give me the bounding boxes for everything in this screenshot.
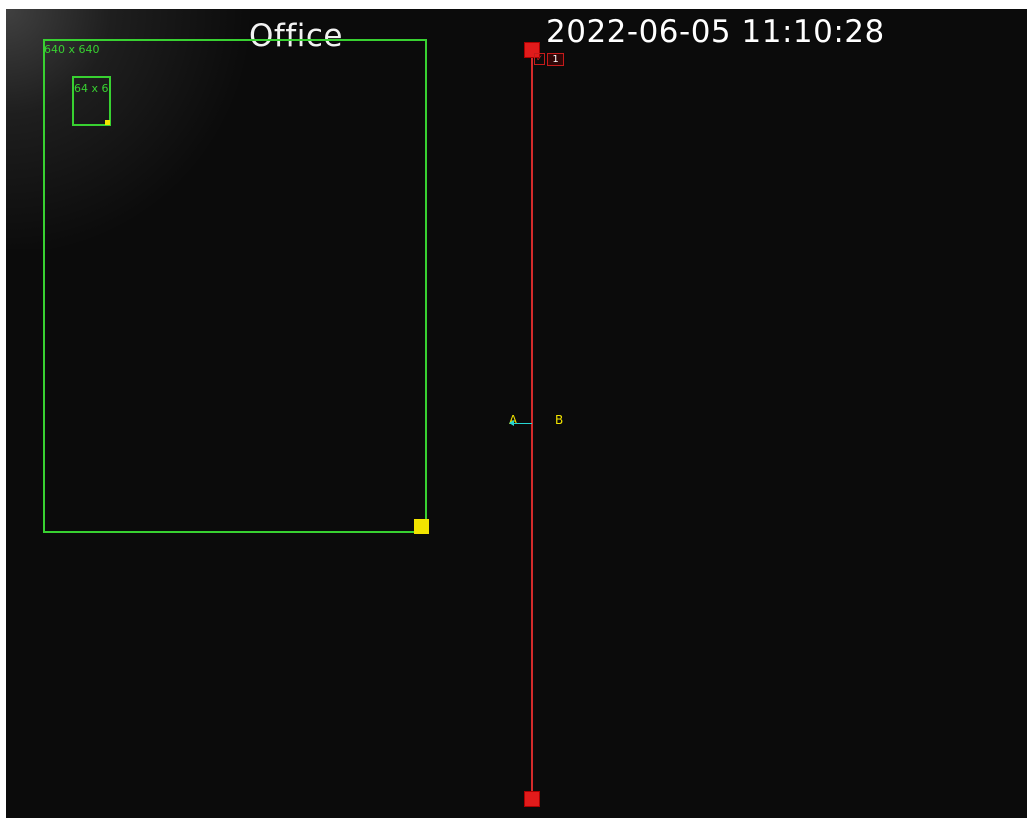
- camera-preview[interactable]: Office 2022-06-05 11:10:28 640 x 640 64 …: [6, 9, 1027, 818]
- osd-timestamp: 2022-06-05 11:10:28: [546, 14, 885, 50]
- rule-index: 1: [547, 52, 564, 66]
- min-size-label: 64 x 6: [74, 82, 109, 95]
- crossing-line[interactable]: [531, 53, 533, 801]
- direction-side-b: B: [555, 413, 564, 427]
- rule-check-icon: ✓: [534, 53, 545, 65]
- direction-arrow-icon[interactable]: [509, 420, 532, 426]
- line-end-handle-icon[interactable]: [524, 791, 540, 807]
- min-size-resize-handle-icon[interactable]: [105, 120, 110, 125]
- line-rule-badge: ✓ 1: [534, 52, 564, 66]
- max-size-label: 640 x 640: [44, 43, 100, 56]
- max-size-resize-handle-icon[interactable]: [414, 519, 429, 534]
